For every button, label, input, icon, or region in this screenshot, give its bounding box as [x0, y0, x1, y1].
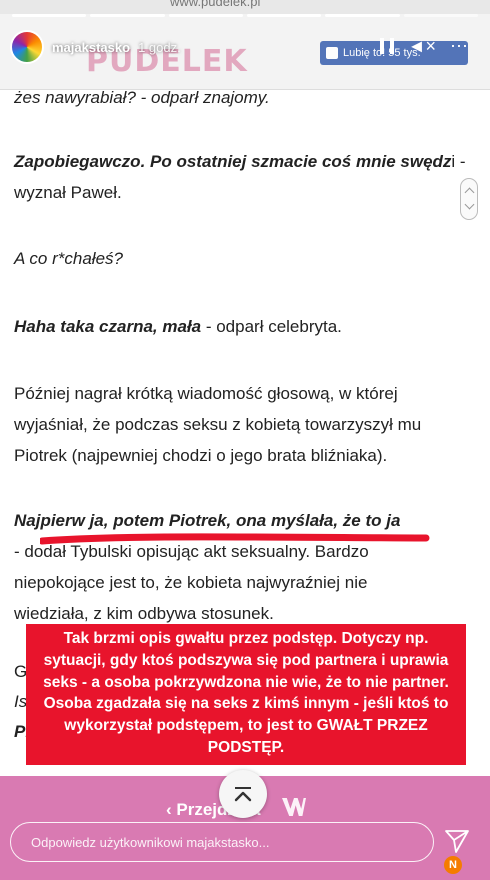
article-paragraph: Zapobiegawczo. Po ostatniej szmacie coś … [14, 152, 466, 202]
story-controls: ◄× ⋯ [379, 37, 468, 55]
username[interactable]: majakstasko [52, 40, 130, 55]
progress-segment [90, 14, 165, 17]
url-text: www.pudelek.pl [170, 0, 261, 9]
story-progress [12, 14, 478, 17]
thumbs-up-icon [326, 47, 338, 59]
article-paragraph: Najpierw ja, potem Piotrek, ona myślała,… [14, 505, 472, 629]
browser-url-bar: www.pudelek.pl [0, 0, 490, 14]
more-options-icon[interactable]: ⋯ [450, 37, 468, 55]
mute-icon[interactable]: ◄× [408, 37, 436, 55]
reply-field[interactable] [10, 822, 434, 862]
progress-segment [403, 14, 478, 17]
story-time: 1 godz. [138, 39, 181, 55]
progress-segment [246, 14, 322, 17]
story-viewer: www.pudelek.pl PUDELEK Lubię to! 55 tys.… [0, 0, 490, 880]
story-user-header[interactable]: majakstasko 1 godz. [10, 30, 181, 64]
red-underline-drawing [40, 533, 430, 545]
annotation-text: Tak brzmi opis gwałtu przez podstęp. Dot… [43, 630, 449, 756]
article-paragraph: Haha taka czarna, mała - odparł celebryt… [14, 317, 342, 336]
pause-icon[interactable] [379, 38, 394, 54]
scroll-top-button[interactable] [219, 770, 267, 818]
annotation-box: Tak brzmi opis gwałtu przez podstęp. Dot… [26, 624, 466, 765]
article-line: żes nawyrabiał? - odparł znajomy. [14, 88, 270, 107]
article-paragraph: Później nagrał krótką wiadomość głosową,… [14, 384, 422, 465]
avatar[interactable] [10, 30, 44, 64]
send-icon[interactable] [444, 828, 470, 854]
progress-segment [12, 14, 87, 17]
article-paragraph: A co r*chałeś? [14, 249, 123, 268]
progress-segment [168, 14, 243, 17]
reply-input[interactable] [31, 834, 433, 850]
progress-segment [325, 14, 400, 17]
chevron-up-icon [234, 787, 252, 802]
notification-badge: N [444, 856, 462, 874]
